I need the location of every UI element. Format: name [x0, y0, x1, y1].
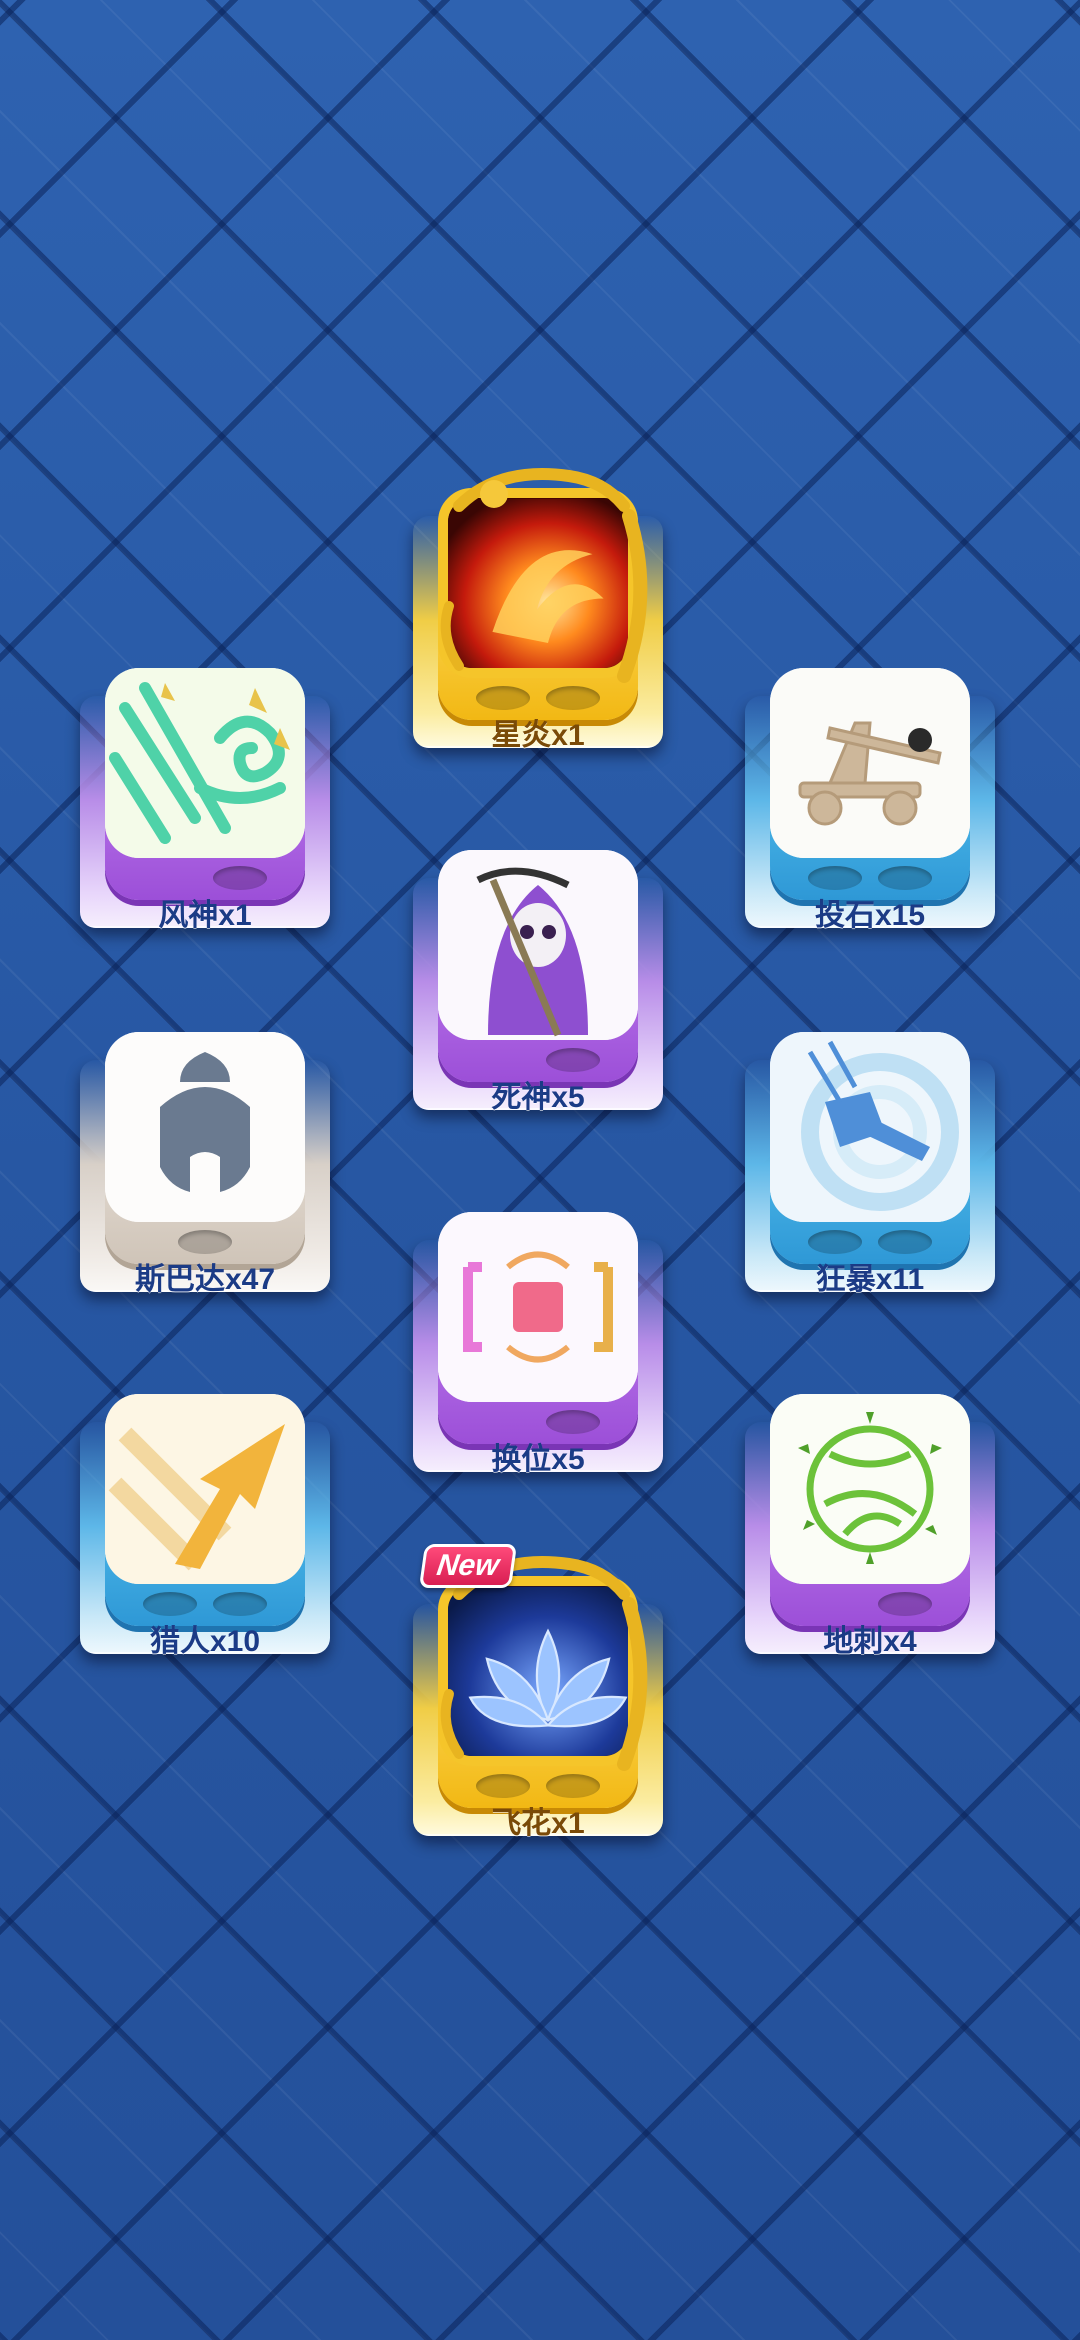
dice-label: 风神x1: [158, 899, 252, 932]
dice-toushi: [770, 668, 970, 900]
dice-xingyan: [438, 468, 648, 720]
dice-card-kuangbao[interactable]: 狂暴x11: [745, 1032, 995, 1302]
new-badge: New: [418, 1544, 517, 1588]
dice-label: 换位x5: [491, 1443, 585, 1476]
thorns-icon: [770, 1394, 970, 1584]
dice-label: 地刺x4: [823, 1625, 917, 1658]
wind-icon: [105, 668, 305, 858]
dice-sibada: [105, 1032, 305, 1264]
dice-fengshen: [105, 668, 305, 900]
dice-card-xingyan[interactable]: 星炎x1: [413, 468, 663, 758]
dice-card-sibada[interactable]: 斯巴达x47: [80, 1032, 330, 1302]
dice-card-dici[interactable]: 地刺x4: [745, 1394, 995, 1664]
dice-sishen: [438, 850, 638, 1082]
dice-kuangbao: [770, 1032, 970, 1264]
dice-pips: [438, 1774, 638, 1800]
dice-label: 斯巴达x47: [134, 1263, 276, 1296]
dice-label: 狂暴x11: [815, 1263, 925, 1296]
dice-card-toushi[interactable]: 投石x15: [745, 668, 995, 938]
dice-pips: [770, 1230, 970, 1256]
dice-card-huanwei[interactable]: 换位x5: [413, 1212, 663, 1482]
dice-pips: [105, 1592, 305, 1618]
dice-pips: [438, 1048, 638, 1074]
swap-icon: [438, 1212, 638, 1402]
hammer-swirl-icon: [770, 1032, 970, 1222]
flame-icon: [438, 488, 638, 678]
dice-label: 飞花x1: [491, 1807, 585, 1840]
dice-card-sishen[interactable]: 死神x5: [413, 850, 663, 1120]
dice-pips: [770, 866, 970, 892]
reaper-icon: [438, 850, 638, 1040]
dice-label: 猎人x10: [149, 1625, 261, 1658]
dice-card-lieren[interactable]: 猎人x10: [80, 1394, 330, 1664]
catapult-icon: [770, 668, 970, 858]
dice-feihua: New: [418, 1544, 648, 1808]
dice-pips: [438, 1410, 638, 1436]
dice-label: 星炎x1: [491, 719, 585, 752]
dice-pips: [438, 686, 638, 712]
dice-pips: [770, 1592, 970, 1618]
dice-dici: [770, 1394, 970, 1626]
dice-card-feihua[interactable]: New 飞花x1: [413, 1544, 663, 1846]
lotus-icon: [438, 1576, 638, 1766]
dice-label: 投石x15: [814, 899, 926, 932]
spartan-helmet-icon: [105, 1032, 305, 1222]
dice-pips: [105, 1230, 305, 1256]
dice-huanwei: [438, 1212, 638, 1444]
dice-lieren: [105, 1394, 305, 1626]
dice-card-fengshen[interactable]: 风神x1: [80, 668, 330, 938]
dice-pips: [105, 866, 305, 892]
arrow-icon: [105, 1394, 305, 1584]
dice-label: 死神x5: [491, 1081, 585, 1114]
